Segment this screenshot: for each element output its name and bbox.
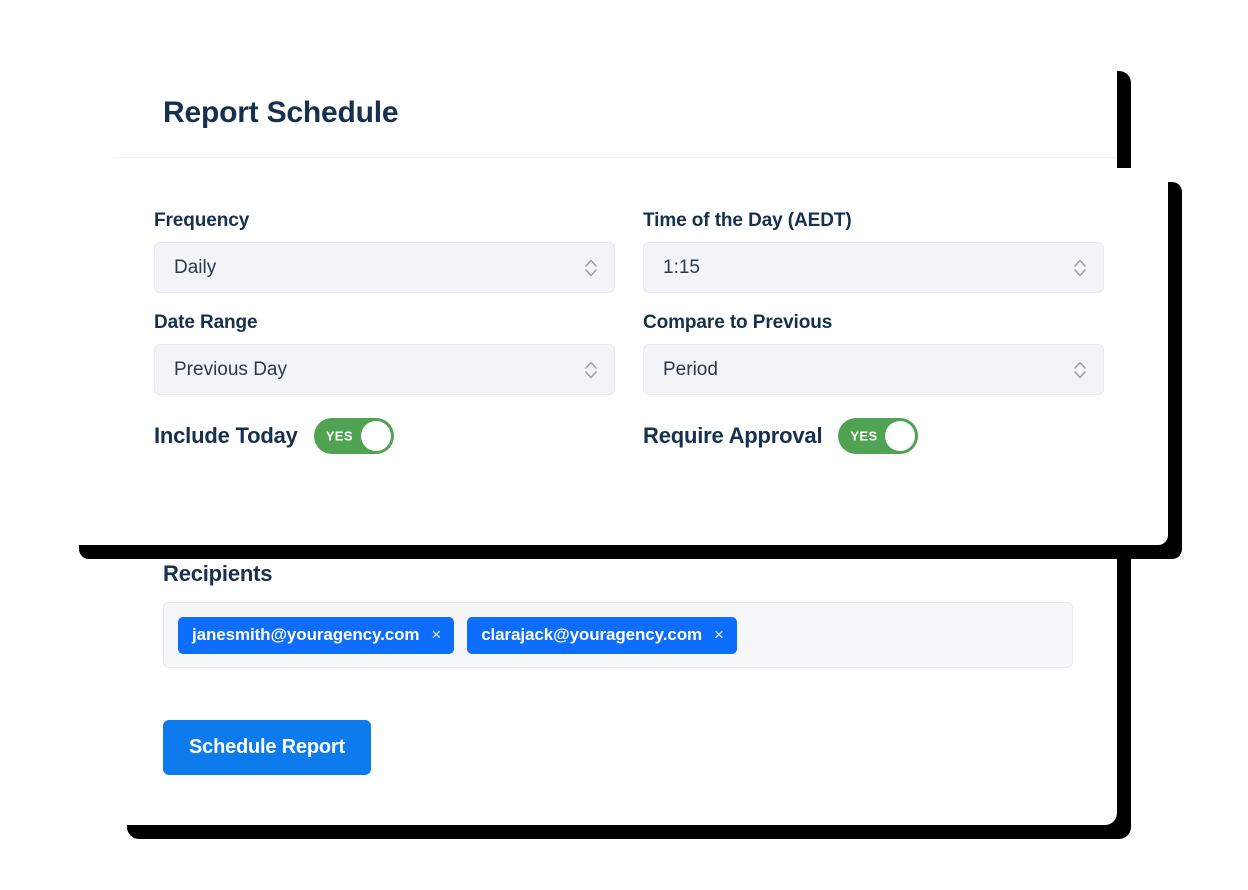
frequency-select[interactable]: Daily: [154, 242, 615, 293]
recipient-chip[interactable]: janesmith@youragency.com ×: [178, 616, 455, 654]
form-row: Date Range Previous Day Compare to Previ…: [154, 312, 1124, 395]
toggle-label: Require Approval: [643, 423, 823, 448]
select-value: 1:15: [663, 256, 700, 278]
chevron-updown-icon: [584, 359, 598, 381]
schedule-settings-panel: Frequency Daily Time of the Day (AEDT) 1…: [65, 168, 1168, 545]
close-icon[interactable]: ×: [431, 626, 441, 643]
chevron-updown-icon: [584, 257, 598, 279]
recipients-section: Recipients janesmith@youragency.com × cl…: [163, 561, 1073, 668]
select-value: Daily: [174, 256, 217, 278]
form-row: Include Today YES Require Approval YES: [154, 418, 1124, 454]
field-frequency: Frequency Daily: [154, 210, 615, 293]
close-icon[interactable]: ×: [714, 626, 724, 643]
chevron-updown-icon: [1073, 257, 1087, 279]
field-label: Compare to Previous: [643, 312, 833, 333]
select-value: Previous Day: [174, 358, 287, 380]
recipients-label: Recipients: [163, 561, 273, 586]
toggle-state-text: YES: [850, 428, 878, 444]
field-time-of-day: Time of the Day (AEDT) 1:15: [643, 210, 1104, 293]
include-today-toggle[interactable]: YES: [313, 418, 394, 454]
card-header: Report Schedule: [113, 57, 1117, 158]
screen-root: Report Schedule Recipients janesmith@you…: [0, 0, 1248, 890]
compare-to-previous-select[interactable]: Period: [643, 344, 1104, 395]
date-range-select[interactable]: Previous Day: [154, 344, 615, 395]
recipients-input[interactable]: janesmith@youragency.com × clarajack@you…: [163, 602, 1073, 668]
recipient-chip[interactable]: clarajack@youragency.com ×: [467, 616, 737, 654]
toggle-knob: [885, 421, 916, 451]
field-compare-to-previous: Compare to Previous Period: [643, 312, 1104, 395]
form-row: Frequency Daily Time of the Day (AEDT) 1…: [154, 210, 1124, 293]
select-value: Period: [663, 358, 718, 380]
field-date-range: Date Range Previous Day: [154, 312, 615, 395]
require-approval-toggle[interactable]: YES: [838, 418, 919, 454]
recipient-email: janesmith@youragency.com: [192, 624, 420, 644]
toggle-knob: [360, 421, 391, 451]
toggle-state-text: YES: [325, 428, 353, 444]
field-label: Date Range: [154, 312, 258, 333]
schedule-report-button[interactable]: Schedule Report: [163, 720, 371, 775]
chevron-updown-icon: [1073, 359, 1087, 381]
toggle-label: Include Today: [154, 423, 298, 448]
page-title: Report Schedule: [163, 96, 399, 129]
field-include-today: Include Today YES: [154, 418, 615, 454]
schedule-form: Frequency Daily Time of the Day (AEDT) 1…: [154, 210, 1124, 454]
time-of-day-select[interactable]: 1:15: [643, 242, 1104, 293]
recipient-email: clarajack@youragency.com: [481, 624, 703, 644]
field-label: Frequency: [154, 210, 250, 231]
field-require-approval: Require Approval YES: [643, 418, 1104, 454]
field-label: Time of the Day (AEDT): [643, 210, 852, 231]
